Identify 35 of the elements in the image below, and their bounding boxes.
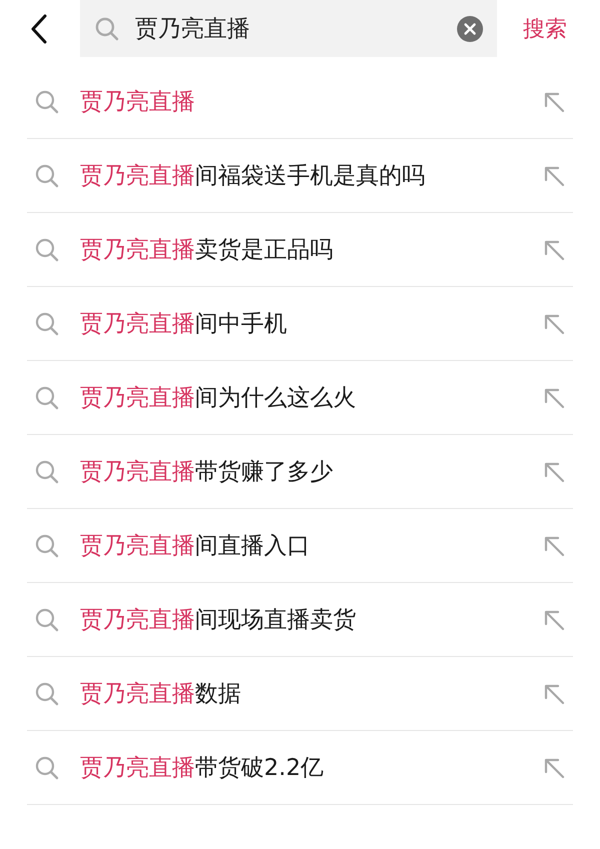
arrow-icon[interactable]	[543, 756, 565, 778]
search-field[interactable]: 贾乃亮直播	[80, 0, 497, 57]
search-icon	[34, 310, 60, 336]
arrow-icon[interactable]	[543, 608, 565, 630]
suggestion-item[interactable]: 贾乃亮直播间直播入口	[80, 530, 523, 561]
search-icon	[34, 162, 60, 188]
arrow-icon[interactable]	[543, 238, 565, 260]
suggestion-item[interactable]: 贾乃亮直播间中手机	[80, 308, 523, 339]
suggestion-item[interactable]: 贾乃亮直播间为什么这么火	[80, 382, 523, 413]
search-icon	[34, 88, 60, 114]
suggestion-item[interactable]: 贾乃亮直播间福袋送手机是真的吗	[80, 160, 523, 191]
search-icon	[34, 532, 60, 558]
clear-icon[interactable]	[457, 16, 483, 42]
back-icon[interactable]	[30, 14, 48, 44]
search-icon	[34, 680, 60, 706]
arrow-icon[interactable]	[543, 534, 565, 556]
suggestion-item[interactable]: 贾乃亮直播卖货是正品吗	[80, 234, 523, 265]
search-icon	[34, 754, 60, 780]
search-icon	[94, 16, 120, 42]
suggestion-item[interactable]: 贾乃亮直播数据	[80, 678, 523, 709]
search-icon	[34, 236, 60, 262]
search-icon	[34, 458, 60, 484]
arrow-icon[interactable]	[543, 90, 565, 112]
arrow-icon[interactable]	[543, 682, 565, 704]
arrow-icon[interactable]	[543, 460, 565, 482]
suggestion-item[interactable]: 贾乃亮直播间现场直播卖货	[80, 604, 523, 635]
search-icon	[34, 606, 60, 632]
suggestion-item[interactable]: 贾乃亮直播	[80, 86, 523, 117]
arrow-icon[interactable]	[543, 312, 565, 334]
suggestion-item[interactable]: 贾乃亮直播带货赚了多少	[80, 456, 523, 487]
arrow-icon[interactable]	[543, 386, 565, 408]
arrow-icon[interactable]	[543, 164, 565, 186]
suggestion-item[interactable]: 贾乃亮直播带货破2.2亿	[80, 752, 523, 783]
search-icon	[34, 384, 60, 410]
search-button[interactable]: 搜索	[523, 14, 567, 44]
